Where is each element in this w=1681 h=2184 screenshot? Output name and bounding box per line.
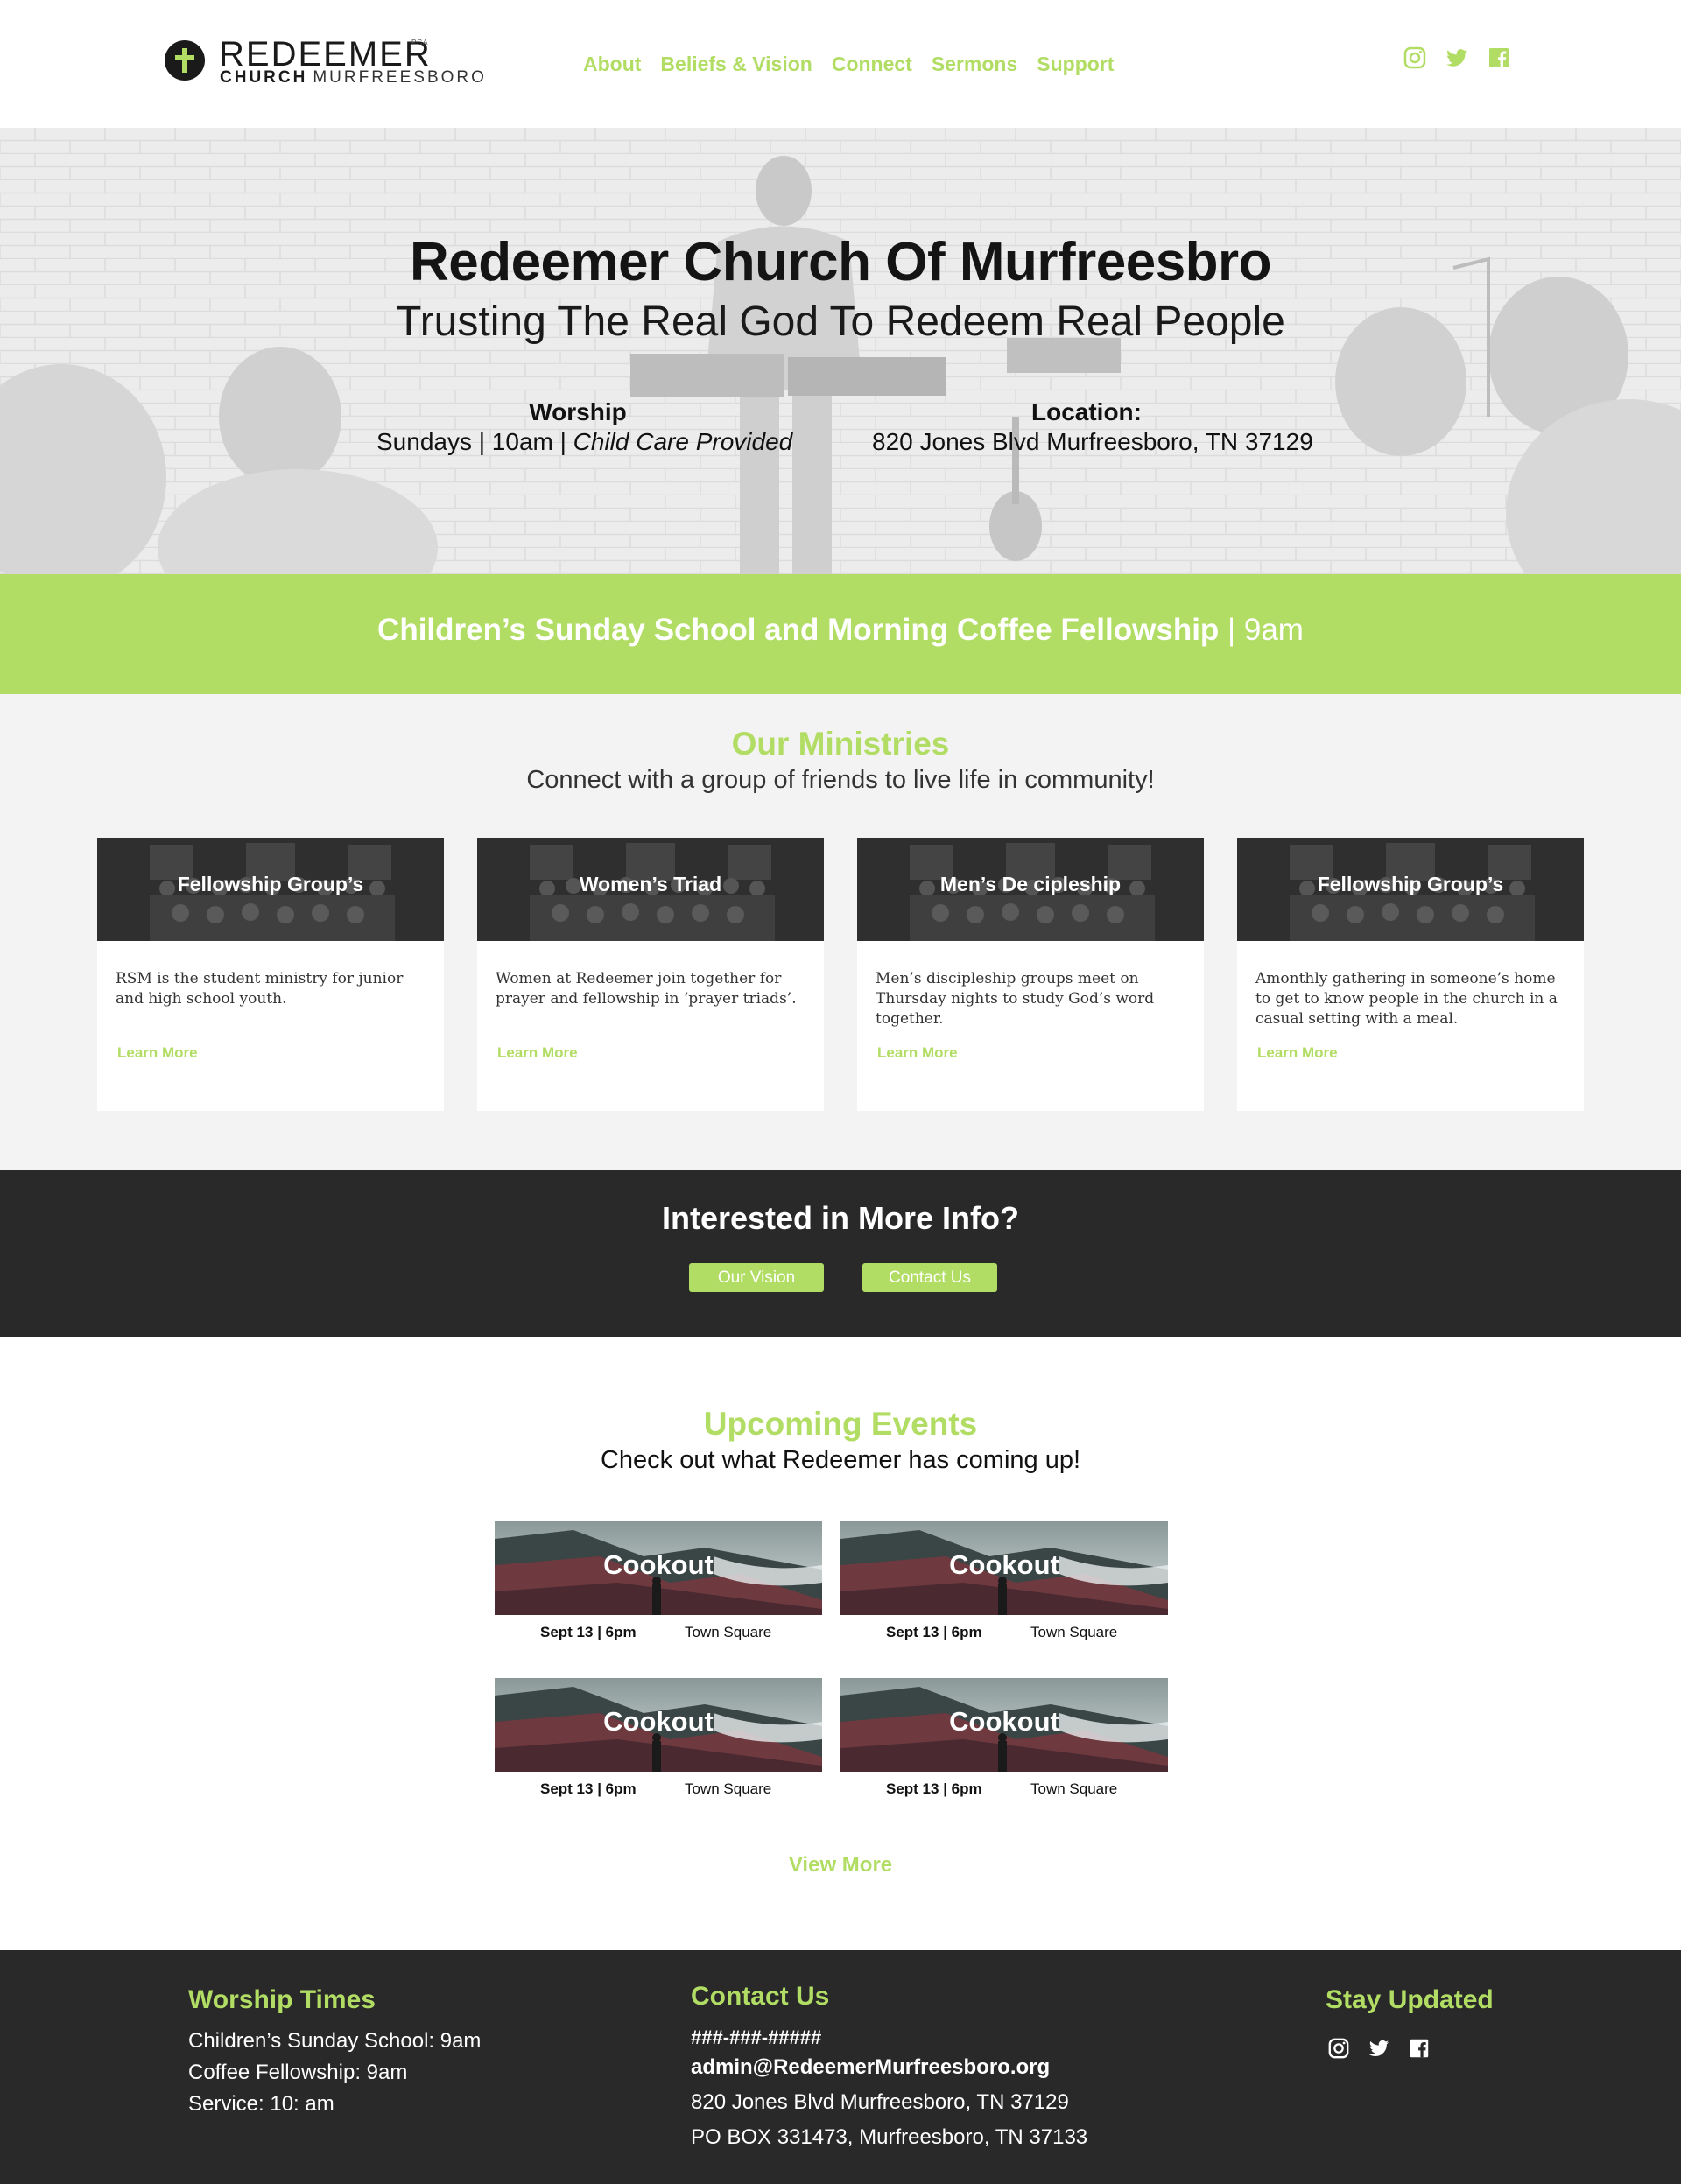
- hero-title: Redeemer Church Of Murfreesbro: [409, 232, 1272, 292]
- cross-logo-icon: [165, 40, 205, 81]
- event-image: Cookout: [840, 1678, 1168, 1772]
- facebook-icon[interactable]: [1487, 46, 1511, 70]
- worship-heading: Worship: [529, 398, 627, 425]
- footer-worship-line: Coffee Fellowship: 9am: [188, 2061, 408, 2084]
- event-location: Town Square: [685, 1780, 772, 1797]
- event-location: Town Square: [1030, 1624, 1118, 1640]
- nav-beliefs-vision[interactable]: Beliefs & Vision: [660, 53, 812, 76]
- ministry-card-description: Men’s discipleship groups meet on Thursd…: [876, 970, 1155, 1028]
- learn-more-link[interactable]: Learn More: [117, 1044, 198, 1062]
- nav-sermons[interactable]: Sermons: [932, 53, 1017, 76]
- ministry-card-title: Fellowship Group’s: [1317, 873, 1504, 895]
- more-info-section: Interested in More Info? Our Vision Cont…: [0, 1170, 1681, 1337]
- logo-pca: PCA: [411, 39, 429, 46]
- site-logo[interactable]: REDEEMER PCA CHURCH MURFREESBORO: [165, 35, 484, 88]
- ministry-group-photo[interactable]: Fellowship Group’s: [1237, 838, 1584, 941]
- logo-subline: CHURCH MURFREESBORO: [220, 68, 487, 88]
- site-footer: Worship Times Children’s Sunday School: …: [0, 1950, 1681, 2184]
- banner-time: | 9am: [1219, 613, 1304, 647]
- twitter-icon[interactable]: [1368, 2037, 1390, 2060]
- instagram-icon[interactable]: [1327, 2037, 1350, 2060]
- site-header: REDEEMER PCA CHURCH MURFREESBORO About Be…: [0, 0, 1681, 128]
- footer-worship-line: Children’s Sunday School: 9am: [188, 2029, 482, 2053]
- ministry-group-photo[interactable]: Women’s Triad: [477, 838, 824, 941]
- footer-address: 820 Jones Blvd Murfreesboro, TN 37129: [691, 2090, 1069, 2114]
- ministries-section: Our Ministries Connect with a group of f…: [0, 694, 1681, 1170]
- header-social-links: [1403, 46, 1511, 70]
- event-date: Sept 13 | 6pm: [886, 1780, 982, 1797]
- more-info-title: Interested in More Info?: [661, 1200, 1020, 1236]
- main-nav: About Beliefs & Vision Connect Sermons S…: [583, 53, 1114, 76]
- events-title: Upcoming Events: [703, 1406, 978, 1442]
- ministry-group-photo[interactable]: Men’s De cipleship: [857, 838, 1204, 941]
- ministry-card-description: Amonthly gathering in someone’s home to …: [1255, 970, 1558, 1028]
- our-vision-button[interactable]: Our Vision: [689, 1263, 824, 1292]
- banner-text: Children’s Sunday School and Morning Cof…: [0, 613, 1681, 648]
- nav-support[interactable]: Support: [1037, 53, 1114, 76]
- ministry-card-title: Fellowship Group’s: [177, 873, 364, 895]
- location-info: Location: 820 Jones Blvd Murfreesboro, T…: [872, 397, 1313, 457]
- ministry-card: Fellowship Group’s RSM is the student mi…: [97, 838, 444, 1111]
- worship-schedule: Sundays | 10am |: [376, 428, 573, 455]
- footer-updates-heading: Stay Updated: [1326, 1985, 1494, 2014]
- nav-connect[interactable]: Connect: [832, 53, 912, 76]
- hero-subtitle: Trusting The Real God To Redeem Real Peo…: [396, 298, 1285, 345]
- learn-more-link[interactable]: Learn More: [497, 1044, 578, 1062]
- ministry-group-photo[interactable]: Fellowship Group’s: [97, 838, 444, 941]
- event-title: Cookout: [949, 1706, 1059, 1737]
- ministry-card-description: RSM is the student ministry for junior a…: [116, 970, 404, 1008]
- event-date: Sept 13 | 6pm: [540, 1780, 637, 1797]
- logo-city: MURFREESBORO: [313, 68, 487, 87]
- logo-church: CHURCH: [220, 68, 308, 87]
- ministry-card: Men’s De cipleship Men’s discipleship gr…: [857, 838, 1204, 1111]
- footer-email-link[interactable]: admin@RedeemerMurfreesboro.org: [691, 2052, 1050, 2083]
- ministry-card: Fellowship Group’s Amonthly gathering in…: [1237, 838, 1584, 1111]
- footer-worship-heading: Worship Times: [188, 1985, 376, 2014]
- location-address: 820 Jones Blvd Murfreesboro, TN 37129: [872, 428, 1313, 455]
- instagram-icon[interactable]: [1403, 46, 1427, 70]
- events-subtitle: Check out what Redeemer has coming up!: [600, 1446, 1081, 1474]
- ministry-card-title: Women’s Triad: [579, 873, 722, 895]
- event-image: Cookout: [495, 1678, 822, 1772]
- footer-po-box: PO BOX 331473, Murfreesboro, TN 37133: [691, 2125, 1088, 2149]
- ministries-subtitle: Connect with a group of friends to live …: [526, 766, 1155, 794]
- learn-more-link[interactable]: Learn More: [877, 1044, 958, 1062]
- view-more-link[interactable]: View More: [0, 1853, 1681, 1878]
- event-image: Cookout: [495, 1521, 822, 1615]
- event-date: Sept 13 | 6pm: [886, 1624, 982, 1640]
- twitter-icon[interactable]: [1445, 46, 1469, 70]
- sunday-school-banner: Children’s Sunday School and Morning Cof…: [0, 574, 1681, 694]
- worship-info: Worship Sundays | 10am | Child Care Prov…: [376, 397, 792, 457]
- worship-times: Sundays | 10am | Child Care Provided: [376, 427, 792, 457]
- footer-phone[interactable]: ###-###-#####: [691, 2022, 821, 2054]
- child-care-note: Child Care Provided: [573, 428, 793, 455]
- footer-contact-heading: Contact Us: [691, 1982, 830, 2011]
- banner-bold: Children’s Sunday School and Morning Cof…: [377, 613, 1220, 647]
- footer-social-links: [1327, 2037, 1431, 2060]
- ministry-card-title: Men’s De cipleship: [939, 873, 1122, 895]
- location-heading: Location:: [1031, 398, 1142, 425]
- learn-more-link[interactable]: Learn More: [1257, 1044, 1338, 1062]
- event-date: Sept 13 | 6pm: [540, 1624, 637, 1640]
- event-title: Cookout: [603, 1706, 714, 1737]
- hero-background-image: [0, 128, 1681, 574]
- footer-worship-line: Service: 10: am: [188, 2092, 334, 2116]
- contact-us-button[interactable]: Contact Us: [862, 1263, 997, 1292]
- ministry-card-description: Women at Redeemer join together for pray…: [496, 970, 797, 1008]
- hero-section: Redeemer Church Of Murfreesbro Trusting …: [0, 128, 1681, 574]
- facebook-icon[interactable]: [1408, 2037, 1431, 2060]
- ministries-title: Our Ministries: [731, 726, 950, 762]
- event-location: Town Square: [685, 1624, 772, 1640]
- event-title: Cookout: [949, 1549, 1059, 1580]
- event-title: Cookout: [603, 1549, 714, 1580]
- event-location: Town Square: [1030, 1780, 1118, 1797]
- event-image: Cookout: [840, 1521, 1168, 1615]
- ministry-card: Women’s Triad Women at Redeemer join tog…: [477, 838, 824, 1111]
- nav-about[interactable]: About: [583, 53, 641, 76]
